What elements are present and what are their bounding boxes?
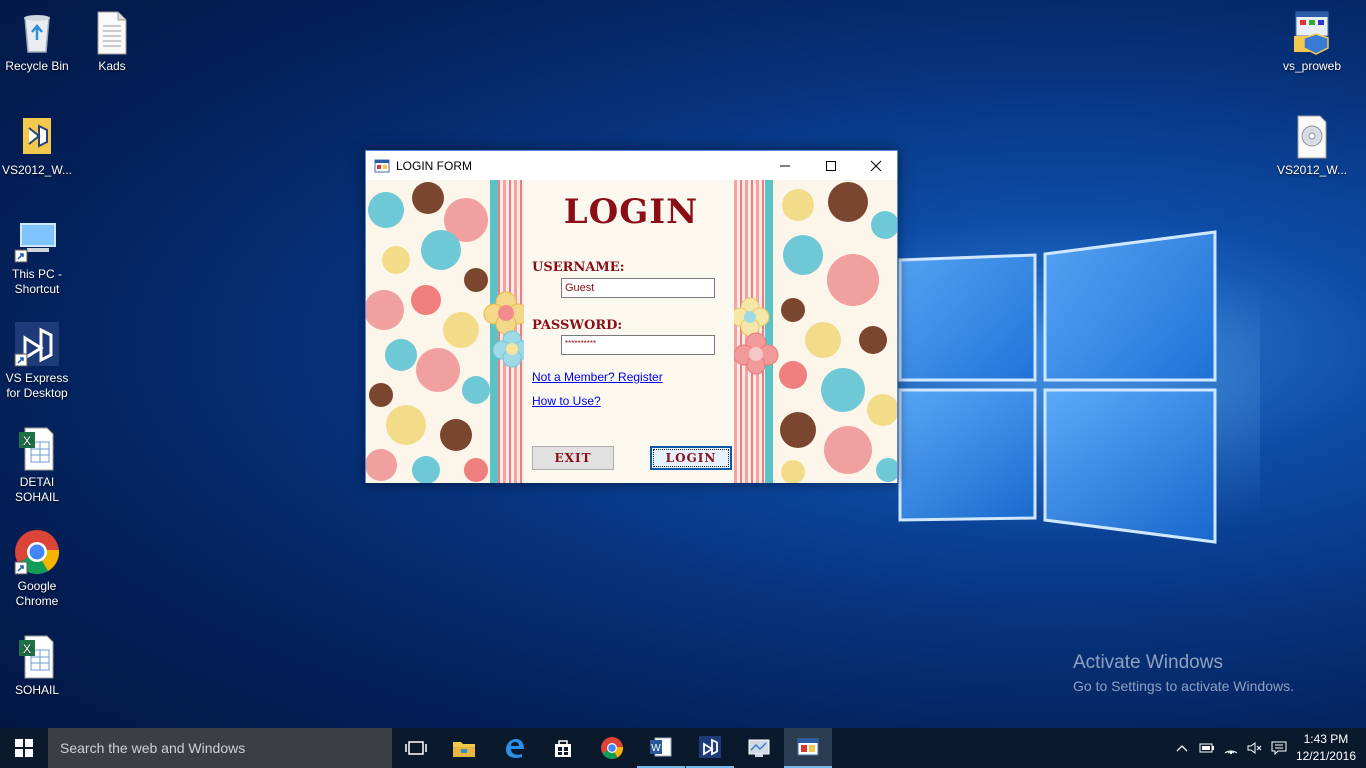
taskbar: Search the web and Windows W 1:43 PM 12/… [0, 728, 1366, 768]
task-view-button[interactable] [392, 728, 440, 768]
taskbar-edge[interactable] [490, 728, 538, 768]
minimize-button[interactable] [762, 151, 808, 180]
tray-volume[interactable] [1244, 728, 1266, 768]
svg-text:X: X [23, 642, 31, 656]
svg-text:X: X [23, 434, 31, 448]
desktop-icon-label: DETAI SOHAIL [14, 475, 59, 504]
taskbar-visual-studio[interactable] [686, 728, 734, 768]
chrome-icon [601, 737, 624, 759]
folder-icon [453, 742, 475, 757]
activate-windows-watermark: Activate Windows Go to Settings to activ… [1073, 652, 1294, 694]
taskbar-login-form-app[interactable] [784, 728, 832, 768]
buttons-pattern-left [366, 180, 492, 483]
login-form-client: LOGIN USERNAME: Guest PASSWORD: ********… [366, 180, 897, 483]
window-title: LOGIN FORM [396, 158, 473, 173]
store-icon [555, 740, 571, 757]
windows-start-icon [15, 739, 33, 757]
desktop-icon-label: Google Chrome [15, 579, 59, 608]
activate-subtitle: Go to Settings to activate Windows. [1073, 678, 1294, 694]
close-icon [870, 160, 882, 171]
username-input[interactable]: Guest [561, 278, 715, 298]
app-icon [374, 158, 390, 174]
window-titlebar[interactable]: LOGIN FORM [366, 151, 897, 180]
desktop-icon-kads[interactable]: Kads [75, 8, 149, 74]
installer-icon [1288, 8, 1336, 56]
taskbar-app-monitor[interactable] [735, 728, 783, 768]
chevron-up-icon [1176, 745, 1188, 752]
visual-studio-icon [13, 320, 61, 368]
notification-icon [1271, 741, 1287, 755]
desktop-icon-vs2012-right[interactable]: VS2012_W... [1275, 112, 1349, 178]
desktop-icon-vs2012-left[interactable]: VS2012_W... [0, 112, 74, 178]
excel-file-icon: X [13, 632, 61, 680]
desktop-icon-recycle-bin[interactable]: Recycle Bin [0, 8, 74, 74]
maximize-icon [826, 160, 836, 171]
minimize-icon [780, 165, 790, 166]
clock-date: 12/21/2016 [1295, 749, 1356, 763]
exit-button[interactable]: EXIT [532, 446, 614, 470]
clock-time: 1:43 PM [1303, 732, 1349, 746]
close-button[interactable] [853, 151, 899, 180]
desktop-icon-label: VS2012_W... [1, 163, 73, 177]
battery-icon [1199, 743, 1214, 753]
chrome-icon [13, 528, 61, 576]
maximize-button[interactable] [808, 151, 854, 180]
volume-muted-icon [1247, 742, 1262, 754]
desktop-icon-label: vs_proweb [1282, 59, 1342, 73]
taskbar-clock[interactable]: 1:43 PM 12/21/2016 [1296, 731, 1356, 765]
desktop-icon-label: VS2012_W... [1276, 163, 1348, 177]
login-button[interactable]: LOGIN [650, 446, 732, 470]
windows-logo-wallpaper [898, 230, 1217, 544]
visual-studio-icon [699, 736, 721, 758]
desktop-icon-label: VS Express for Desktop [5, 371, 69, 400]
edge-icon [506, 739, 524, 758]
desktop-icon-google-chrome[interactable]: Google Chrome [0, 528, 74, 609]
text-file-icon [88, 8, 136, 56]
desktop-icon-label: Recycle Bin [5, 59, 69, 73]
taskbar-chrome[interactable] [588, 728, 636, 768]
recycle-bin-icon [13, 8, 61, 56]
disc-image-icon [1288, 112, 1336, 160]
login-form-window[interactable]: LOGIN FORM LOGIN USERNAME: Guest PASSWOR… [365, 150, 898, 483]
svg-text:W: W [651, 743, 661, 754]
desktop-icon-sohail[interactable]: X SOHAIL [0, 632, 74, 698]
taskbar-search-box[interactable]: Search the web and Windows [48, 728, 392, 768]
password-input[interactable]: ********** [561, 335, 715, 355]
vs-installer-icon [13, 112, 61, 160]
tray-battery[interactable] [1196, 728, 1218, 768]
desktop-icon-vs-express[interactable]: VS Express for Desktop [0, 320, 74, 401]
start-button[interactable] [0, 728, 48, 768]
excel-file-icon: X [13, 424, 61, 472]
desktop-icon-vs-proweb[interactable]: vs_proweb [1275, 8, 1349, 74]
activate-title: Activate Windows [1073, 652, 1223, 673]
tray-show-hidden-icons[interactable] [1172, 728, 1192, 768]
taskbar-store[interactable] [539, 728, 587, 768]
login-heading: LOGIN [563, 192, 699, 232]
monitor-app-icon [748, 739, 770, 757]
taskbar-word[interactable]: W [637, 728, 685, 768]
computer-icon [13, 216, 61, 264]
desktop-icon-label: Kads [98, 59, 126, 73]
username-label: USERNAME: [532, 260, 625, 275]
how-to-use-link[interactable]: How to Use? [532, 394, 601, 408]
tray-action-center[interactable] [1268, 728, 1290, 768]
form-app-icon [797, 738, 819, 756]
desktop-icon-detai-sohail[interactable]: X DETAI SOHAIL [0, 424, 74, 505]
wifi-icon [1224, 750, 1238, 755]
buttons-pattern-right [773, 180, 897, 483]
task-view-icon [405, 741, 427, 755]
desktop-icon-label: SOHAIL [14, 683, 59, 697]
tray-network[interactable] [1220, 728, 1242, 768]
desktop-icon-label: This PC - Shortcut [11, 267, 62, 296]
register-link[interactable]: Not a Member? Register [532, 370, 663, 384]
taskbar-file-explorer[interactable] [440, 728, 488, 768]
desktop-icon-this-pc[interactable]: This PC - Shortcut [0, 216, 74, 297]
word-icon: W [650, 737, 672, 757]
password-label: PASSWORD: [532, 318, 623, 333]
